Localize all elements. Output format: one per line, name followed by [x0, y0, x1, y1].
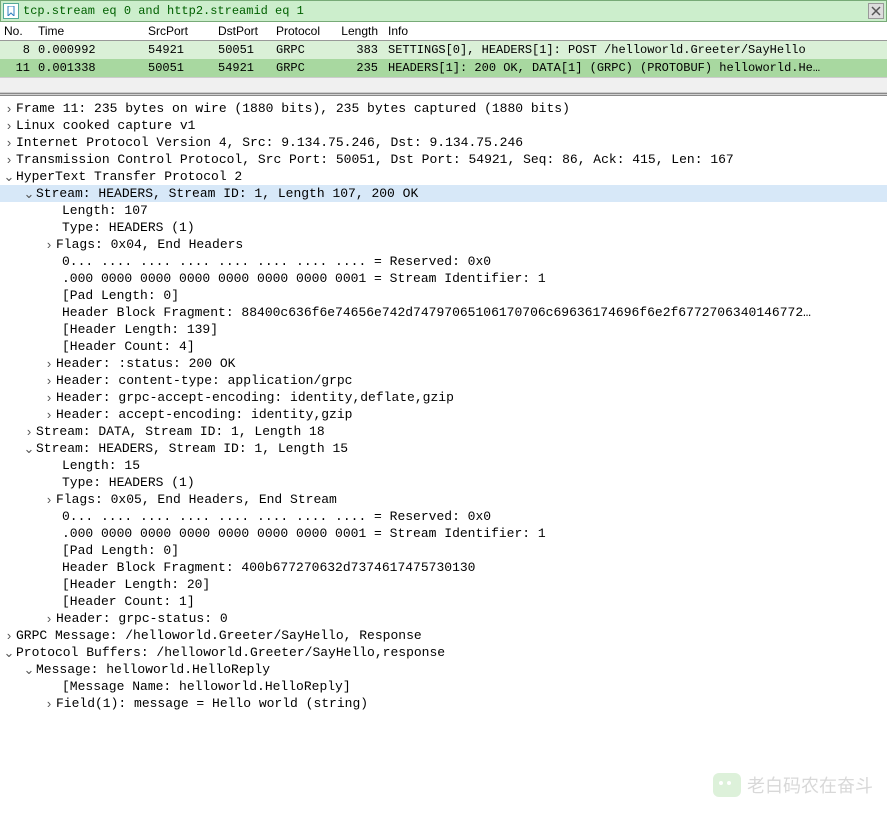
col-dst[interactable]: DstPort — [214, 23, 272, 39]
chevron-right-icon: › — [42, 236, 56, 253]
tree-item[interactable]: Length: 107 — [0, 202, 887, 219]
tree-item[interactable]: ›Header: grpc-accept-encoding: identity,… — [0, 389, 887, 406]
chevron-right-icon: › — [42, 372, 56, 389]
tree-item[interactable]: [Header Length: 20] — [0, 576, 887, 593]
cell-src: 54921 — [144, 42, 214, 58]
chevron-right-icon: › — [22, 423, 36, 440]
chevron-right-icon: › — [2, 100, 16, 117]
tree-item[interactable]: ›Flags: 0x04, End Headers — [0, 236, 887, 253]
chevron-down-icon: ⌄ — [22, 185, 36, 202]
cell-info: SETTINGS[0], HEADERS[1]: POST /helloworl… — [382, 42, 887, 58]
horizontal-scrollbar[interactable] — [0, 77, 887, 93]
tree-item-selected[interactable]: ⌄Stream: HEADERS, Stream ID: 1, Length 1… — [0, 185, 887, 202]
cell-src: 50051 — [144, 60, 214, 76]
tree-item[interactable]: ⌄Stream: HEADERS, Stream ID: 1, Length 1… — [0, 440, 887, 457]
tree-item[interactable]: [Header Count: 1] — [0, 593, 887, 610]
col-info[interactable]: Info — [382, 23, 887, 39]
cell-dst: 54921 — [214, 60, 272, 76]
tree-item[interactable]: Header Block Fragment: 400b677270632d737… — [0, 559, 887, 576]
tree-item[interactable]: [Header Length: 139] — [0, 321, 887, 338]
tree-item[interactable]: [Message Name: helloworld.HelloReply] — [0, 678, 887, 695]
filter-input[interactable]: tcp.stream eq 0 and http2.streamid eq 1 — [23, 4, 866, 18]
cell-len: 235 — [334, 60, 382, 76]
cell-proto: GRPC — [272, 42, 334, 58]
tree-item[interactable]: ⌄HyperText Transfer Protocol 2 — [0, 168, 887, 185]
chevron-down-icon: ⌄ — [22, 661, 36, 678]
tree-item[interactable]: ›Header: grpc-status: 0 — [0, 610, 887, 627]
tree-item[interactable]: ›Internet Protocol Version 4, Src: 9.134… — [0, 134, 887, 151]
tree-item[interactable]: ›Header: accept-encoding: identity,gzip — [0, 406, 887, 423]
tree-item[interactable]: ›Header: :status: 200 OK — [0, 355, 887, 372]
tree-item[interactable]: .000 0000 0000 0000 0000 0000 0000 0001 … — [0, 270, 887, 287]
tree-item[interactable]: [Pad Length: 0] — [0, 287, 887, 304]
chevron-down-icon: ⌄ — [2, 644, 16, 661]
watermark-text: 老白码农在奋斗 — [747, 772, 873, 798]
packet-row[interactable]: 8 0.000992 54921 50051 GRPC 383 SETTINGS… — [0, 41, 887, 59]
chevron-right-icon: › — [2, 117, 16, 134]
chevron-right-icon: › — [2, 627, 16, 644]
tree-item[interactable]: [Pad Length: 0] — [0, 542, 887, 559]
packet-details-pane: ›Frame 11: 235 bytes on wire (1880 bits)… — [0, 96, 887, 716]
col-src[interactable]: SrcPort — [144, 23, 214, 39]
bookmark-icon[interactable] — [3, 3, 19, 19]
packet-list-header: No. Time SrcPort DstPort Protocol Length… — [0, 22, 887, 41]
cell-proto: GRPC — [272, 60, 334, 76]
col-no[interactable]: No. — [0, 23, 34, 39]
tree-item[interactable]: Type: HEADERS (1) — [0, 219, 887, 236]
tree-item[interactable]: ›GRPC Message: /helloworld.Greeter/SayHe… — [0, 627, 887, 644]
cell-time: 0.001338 — [34, 60, 144, 76]
chevron-right-icon: › — [42, 610, 56, 627]
chevron-right-icon: › — [42, 355, 56, 372]
tree-item[interactable]: [Header Count: 4] — [0, 338, 887, 355]
col-time[interactable]: Time — [34, 23, 144, 39]
tree-item[interactable]: Header Block Fragment: 88400c636f6e74656… — [0, 304, 887, 321]
chevron-right-icon: › — [42, 389, 56, 406]
col-len[interactable]: Length — [334, 23, 382, 39]
tree-item[interactable]: 0... .... .... .... .... .... .... .... … — [0, 253, 887, 270]
chevron-right-icon: › — [42, 406, 56, 423]
tree-item[interactable]: ›Header: content-type: application/grpc — [0, 372, 887, 389]
tree-item[interactable]: ›Frame 11: 235 bytes on wire (1880 bits)… — [0, 100, 887, 117]
chevron-right-icon: › — [42, 491, 56, 508]
tree-item[interactable]: ›Stream: DATA, Stream ID: 1, Length 18 — [0, 423, 887, 440]
tree-item[interactable]: ›Field(1): message = Hello world (string… — [0, 695, 887, 712]
filter-bar: tcp.stream eq 0 and http2.streamid eq 1 — [0, 0, 887, 22]
tree-item[interactable]: Length: 15 — [0, 457, 887, 474]
watermark: 老白码农在奋斗 — [713, 772, 873, 798]
cell-info: HEADERS[1]: 200 OK, DATA[1] (GRPC) (PROT… — [382, 60, 887, 76]
cell-no: 8 — [0, 42, 34, 58]
cell-dst: 50051 — [214, 42, 272, 58]
col-proto[interactable]: Protocol — [272, 23, 334, 39]
tree-item[interactable]: ⌄Protocol Buffers: /helloworld.Greeter/S… — [0, 644, 887, 661]
tree-item[interactable]: ›Linux cooked capture v1 — [0, 117, 887, 134]
chevron-down-icon: ⌄ — [2, 168, 16, 185]
tree-item[interactable]: Type: HEADERS (1) — [0, 474, 887, 491]
cell-len: 383 — [334, 42, 382, 58]
chevron-down-icon: ⌄ — [22, 440, 36, 457]
chevron-right-icon: › — [42, 695, 56, 712]
cell-no: 11 — [0, 60, 34, 76]
tree-item[interactable]: ›Flags: 0x05, End Headers, End Stream — [0, 491, 887, 508]
packet-row[interactable]: 11 0.001338 50051 54921 GRPC 235 HEADERS… — [0, 59, 887, 77]
tree-item[interactable]: ›Transmission Control Protocol, Src Port… — [0, 151, 887, 168]
clear-filter-button[interactable] — [868, 3, 884, 19]
chevron-right-icon: › — [2, 134, 16, 151]
cell-time: 0.000992 — [34, 42, 144, 58]
tree-item[interactable]: 0... .... .... .... .... .... .... .... … — [0, 508, 887, 525]
chevron-right-icon: › — [2, 151, 16, 168]
tree-item[interactable]: ⌄Message: helloworld.HelloReply — [0, 661, 887, 678]
tree-item[interactable]: .000 0000 0000 0000 0000 0000 0000 0001 … — [0, 525, 887, 542]
wechat-icon — [713, 773, 741, 797]
